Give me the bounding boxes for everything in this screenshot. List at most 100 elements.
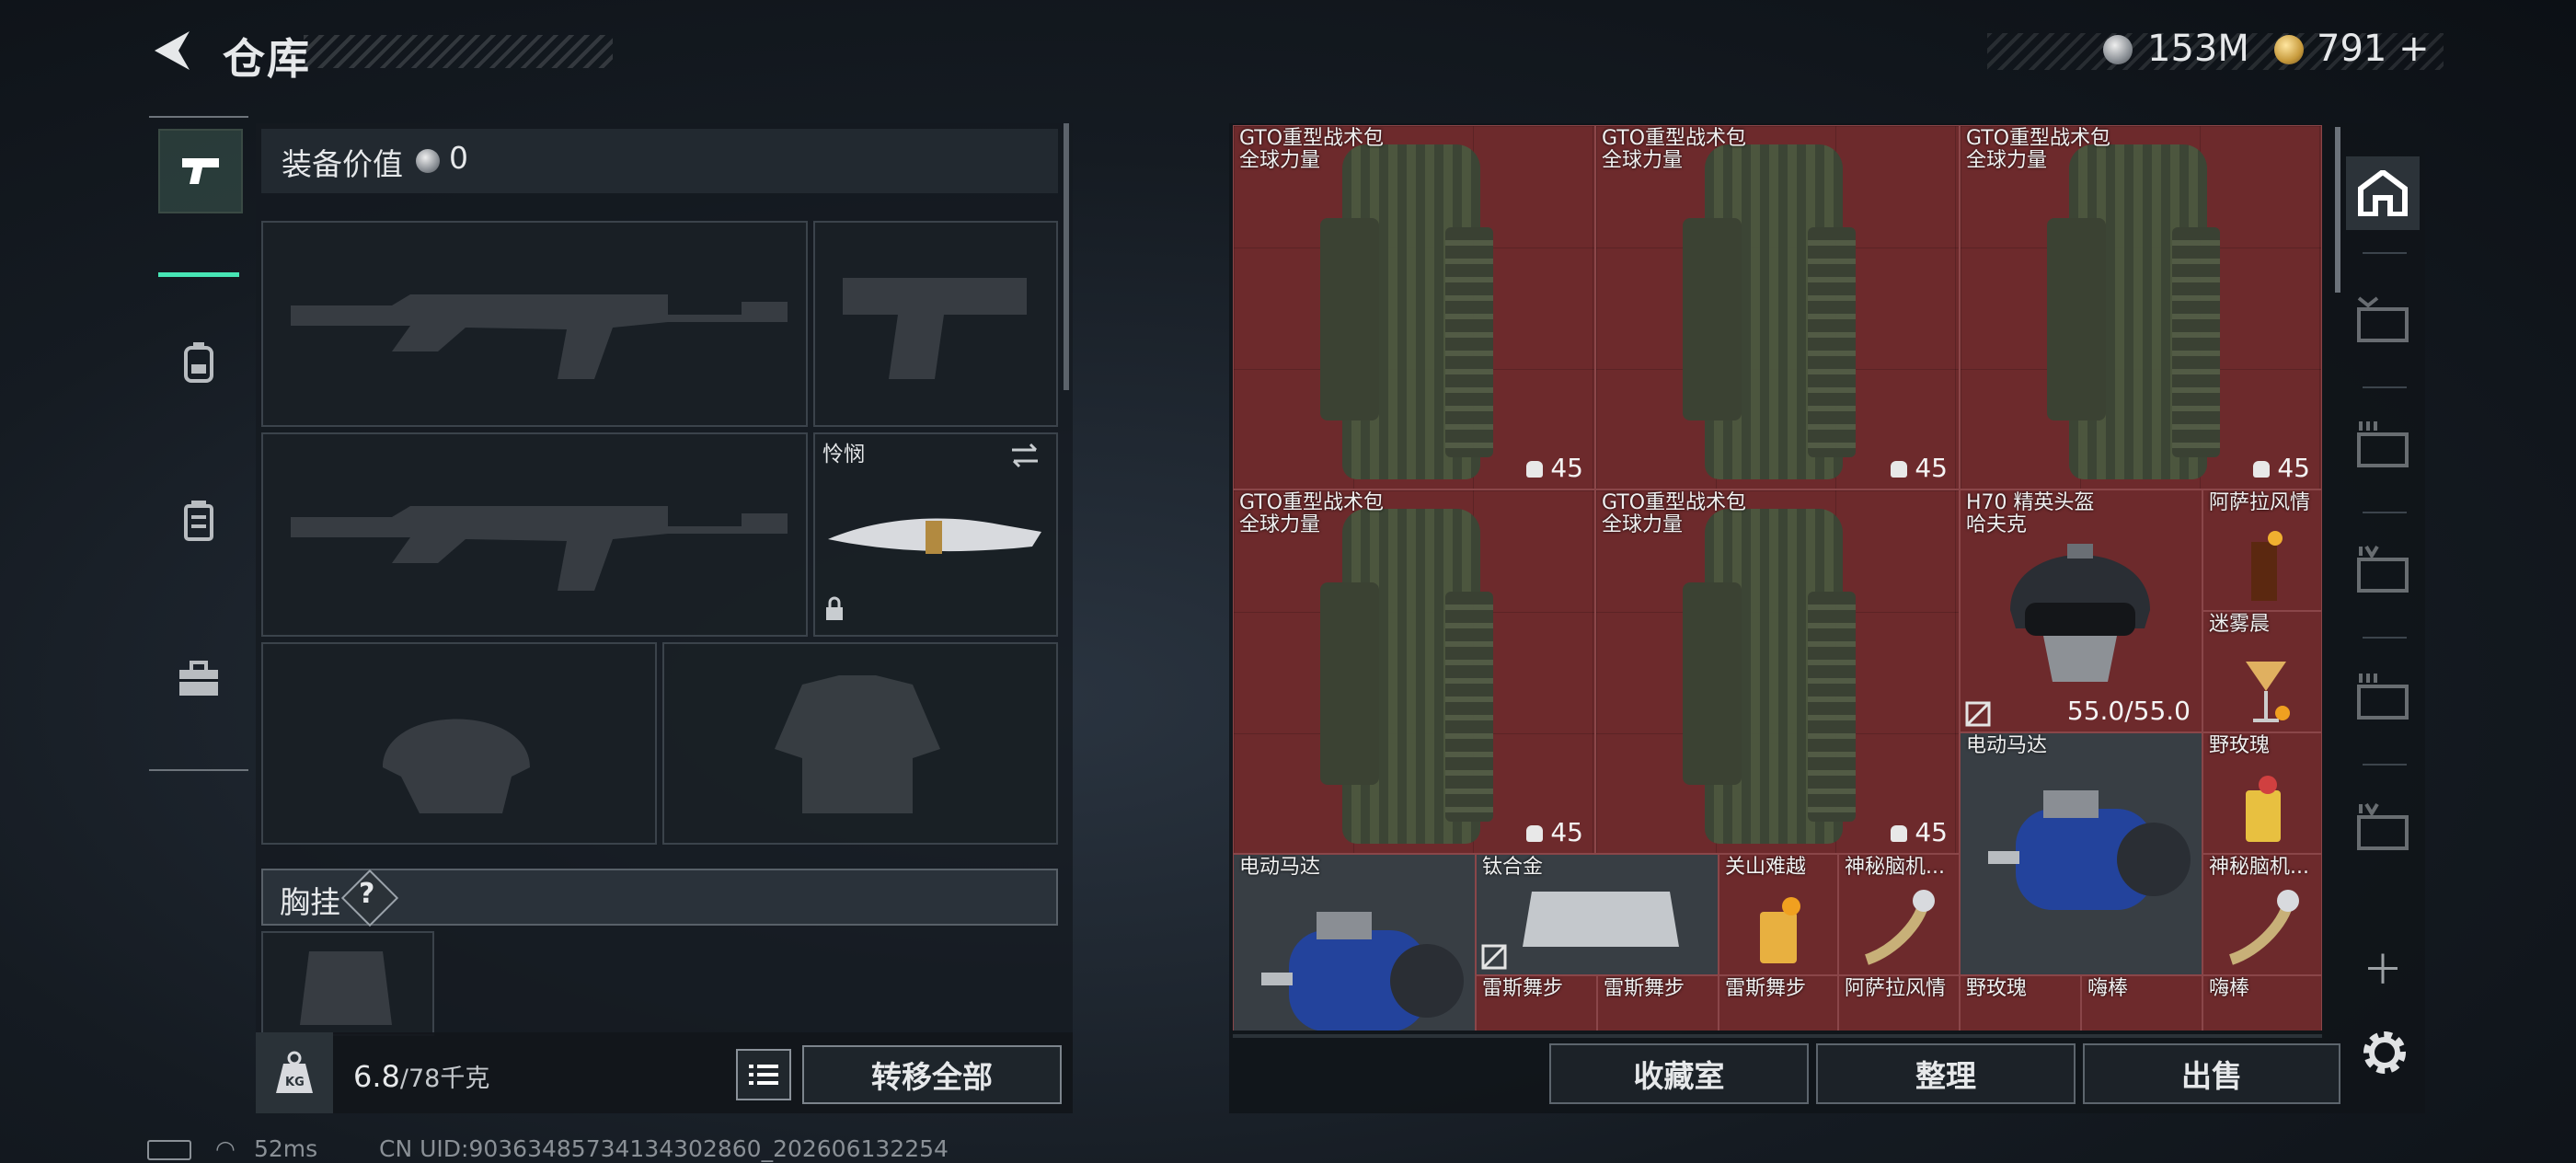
- tab-divider: [2363, 386, 2407, 388]
- backpack-icon: [184, 342, 213, 383]
- stash-tab-3b[interactable]: [2346, 661, 2420, 734]
- melee-name: 怜悯: [822, 443, 865, 466]
- stash-item[interactable]: 嗨棒: [2202, 975, 2322, 1031]
- item-name: 电动马达: [1966, 734, 2048, 757]
- helmet-slot[interactable]: [261, 642, 657, 845]
- stash-item[interactable]: 关山难越: [1719, 854, 1838, 975]
- rifle-silhouette-icon: [291, 294, 788, 379]
- stash-item[interactable]: 电动马达: [1233, 854, 1476, 1031]
- user-uid: CN UID:90363485734134302860_202606132254: [379, 1135, 949, 1162]
- pistol-silhouette-icon: [843, 278, 1027, 379]
- stash-tab-home[interactable]: [2346, 156, 2420, 230]
- tab-divider: [2363, 252, 2407, 254]
- collection-room-button[interactable]: 收藏室: [1549, 1043, 1809, 1104]
- stash-item[interactable]: 阿萨拉风情: [2202, 489, 2322, 611]
- stash-item[interactable]: 钛合金: [1476, 854, 1719, 975]
- broken-icon: [1965, 701, 1991, 727]
- tab-active-indicator: [158, 272, 239, 277]
- stash-tab-3[interactable]: [2346, 409, 2420, 482]
- item-durability: 55.0/55.0: [2066, 696, 2191, 726]
- stash-item[interactable]: 雷斯舞步: [1719, 975, 1838, 1031]
- secondary-weapon-slot[interactable]: [261, 432, 808, 637]
- silver-coin-icon: [416, 149, 440, 173]
- item-subtitle: 全球力量: [1966, 149, 2048, 172]
- primary-weapon-slot[interactable]: [261, 221, 808, 427]
- gear-icon[interactable]: [2355, 1023, 2414, 1082]
- item-name: 雷斯舞步: [1604, 977, 1685, 1000]
- stash-item[interactable]: GTO重型战术包 全球力量 45: [1960, 125, 2322, 489]
- stash-item[interactable]: GTO重型战术包 全球力量 45: [1595, 489, 1960, 854]
- item-name: 雷斯舞步: [1482, 977, 1564, 1000]
- stash-grid[interactable]: GTO重型战术包 全球力量 45 GTO重型战术包 全球力量 45 GTO重型战术包…: [1233, 125, 2322, 1031]
- silver-coin-icon: [2103, 35, 2133, 64]
- stash-item[interactable]: 神秘脑机...: [1838, 854, 1960, 975]
- helmet-image: [2010, 544, 2150, 682]
- toolbox-icon: [179, 661, 218, 696]
- item-name: 阿萨拉风情: [1845, 977, 1947, 1000]
- transfer-all-button[interactable]: 转移全部: [802, 1045, 1062, 1104]
- stash-item[interactable]: 野玫瑰: [1960, 975, 2081, 1031]
- list-view-button[interactable]: [736, 1049, 791, 1100]
- tab-toolbox[interactable]: [158, 639, 239, 720]
- stash-item[interactable]: 电动马达: [1960, 732, 2202, 975]
- tab-backpack[interactable]: [158, 322, 239, 403]
- broken-icon: [1481, 944, 1507, 970]
- tab-chest-rig[interactable]: [158, 480, 239, 561]
- item-subtitle: 全球力量: [1602, 149, 1684, 172]
- help-mark: ?: [359, 878, 375, 910]
- stash-item[interactable]: 雷斯舞步: [1476, 975, 1597, 1031]
- back-icon[interactable]: [147, 26, 197, 75]
- armor-slot[interactable]: [662, 642, 1058, 845]
- title-decoration: [304, 35, 613, 68]
- item-name: 关山难越: [1725, 856, 1807, 879]
- tab-weapons[interactable]: [158, 129, 243, 213]
- capacity-icon: [1526, 825, 1544, 842]
- item-subtitle: 全球力量: [1602, 513, 1684, 536]
- swap-icon[interactable]: [1008, 442, 1041, 469]
- page-title: 仓库: [223, 34, 311, 84]
- stash-scrollbar[interactable]: [2335, 127, 2340, 293]
- melee-slot[interactable]: 怜悯: [813, 432, 1058, 637]
- stash-item[interactable]: GTO重型战术包 全球力量 45: [1233, 125, 1595, 489]
- stash-item[interactable]: H70 精英头盔 哈夫克 55.0/55.0: [1960, 489, 2202, 732]
- loadout-scrollbar[interactable]: [1064, 123, 1069, 390]
- item-capacity: 45: [1550, 817, 1583, 847]
- stash-item[interactable]: GTO重型战术包 全球力量 45: [1233, 489, 1595, 854]
- equipment-value-label: 装备价值: [282, 146, 403, 182]
- add-stash-tab-icon[interactable]: ＋: [2346, 929, 2420, 1003]
- backpack-image: [1683, 509, 1856, 844]
- item-name: 电动马达: [1239, 856, 1321, 879]
- container-icon: [2357, 545, 2409, 593]
- chest-rig-slot[interactable]: [261, 931, 434, 1036]
- sell-button[interactable]: 出售: [2083, 1043, 2340, 1104]
- stash-item[interactable]: 神秘脑机...: [2202, 854, 2322, 975]
- weight-max: /78千克: [399, 1065, 490, 1093]
- container-icon: [2357, 674, 2409, 720]
- token-amount[interactable]: 791 +: [2317, 28, 2430, 70]
- list-icon: [749, 1065, 778, 1085]
- item-name: H70 精英头盔: [1966, 491, 2095, 514]
- brain-chip-icon: [1864, 890, 1935, 965]
- item-subtitle: 全球力量: [1239, 513, 1321, 536]
- stash-item[interactable]: 嗨棒: [2081, 975, 2202, 1031]
- cocktail-icon: [2246, 662, 2290, 722]
- organize-button[interactable]: 整理: [1816, 1043, 2076, 1104]
- device-status: ◠: [147, 1135, 236, 1162]
- stash-tab-5[interactable]: [2346, 283, 2420, 357]
- stash-item[interactable]: 野玫瑰: [2202, 732, 2322, 854]
- stash-item[interactable]: 迷雾晨: [2202, 611, 2322, 732]
- stash-item[interactable]: 阿萨拉风情: [1838, 975, 1960, 1031]
- add-tokens-icon[interactable]: +: [2398, 28, 2430, 70]
- item-name: GTO重型战术包: [1966, 127, 2111, 150]
- backpack-image: [1683, 144, 1856, 479]
- stash-item[interactable]: 雷斯舞步: [1597, 975, 1719, 1031]
- item-subtitle: 全球力量: [1239, 149, 1321, 172]
- pistol-slot[interactable]: [813, 221, 1058, 427]
- item-name: 嗨棒: [2087, 977, 2129, 1000]
- rifle-silhouette-icon: [291, 506, 788, 591]
- stash-item[interactable]: GTO重型战术包 全球力量 45: [1595, 125, 1960, 489]
- item-name: 神秘脑机...: [2209, 856, 2309, 879]
- stash-tab-4[interactable]: [2346, 534, 2420, 607]
- item-capacity: 45: [1915, 453, 1948, 483]
- stash-tab-4b[interactable]: [2346, 791, 2420, 865]
